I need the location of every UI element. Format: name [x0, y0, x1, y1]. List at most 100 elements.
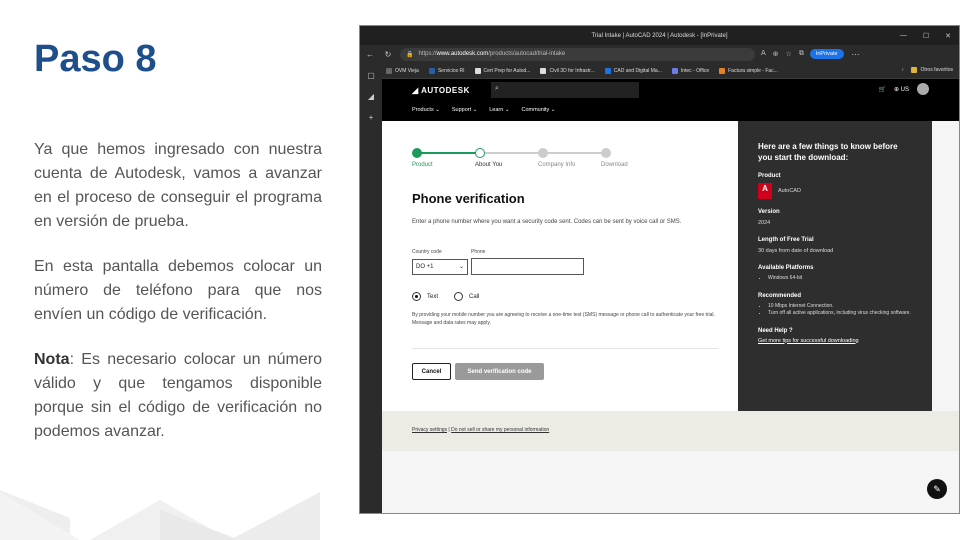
read-aloud-icon[interactable]: A: [761, 50, 766, 58]
maximize-icon[interactable]: ☐: [923, 32, 929, 40]
folder-icon: [911, 67, 918, 73]
browser-titlebar: Trial Intake | AutoCAD 2024 | Autodesk -…: [360, 26, 959, 45]
divider: [412, 348, 718, 349]
region-selector[interactable]: ⊕ US: [894, 86, 909, 93]
other-favorites-label: Otros favoritos: [920, 67, 953, 73]
bookmark-item[interactable]: Cert Prep for Autod...: [474, 67, 531, 74]
autodesk-header: ◢ AUTODESK ⌕ 🛒 ⊕ US Products ⌄ Support ⌄…: [382, 79, 959, 121]
main-menu: Products ⌄ Support ⌄ Learn ⌄ Community ⌄: [412, 107, 555, 113]
decorative-shapes: [0, 490, 320, 540]
radio-text-option[interactable]: Text: [412, 292, 438, 301]
refresh-icon[interactable]: ↻: [382, 50, 394, 59]
step-label-company-info: Company Info: [538, 162, 576, 168]
version-heading: Version: [758, 209, 780, 215]
info-panel: Here are a few things to know before you…: [738, 121, 932, 411]
phone-verification-card: Product About You Company Info Download …: [382, 121, 738, 411]
menu-learn[interactable]: Learn ⌄: [489, 107, 509, 113]
recommended-heading: Recommended: [758, 292, 802, 299]
radio-call[interactable]: [454, 292, 463, 301]
sms-disclaimer: By providing your mobile number you are …: [412, 312, 715, 326]
autocad-icon: A: [758, 183, 772, 199]
step-label-product: Product: [412, 162, 433, 168]
bookmark-label: Cert Prep for Autod...: [483, 67, 531, 74]
step-connector: [420, 152, 480, 154]
autodesk-tab-icon[interactable]: ◢: [368, 92, 374, 101]
phone-input[interactable]: [471, 258, 584, 275]
other-favorites[interactable]: Otros favoritos: [911, 67, 953, 73]
bookmark-item[interactable]: Factura simple - Fac...: [719, 67, 778, 74]
browser-screenshot: Trial Intake | AutoCAD 2024 | Autodesk -…: [359, 25, 960, 514]
autodesk-logo[interactable]: ◢ AUTODESK: [412, 86, 470, 95]
url-field[interactable]: 🔒 https://www.autodesk.com/products/auto…: [400, 47, 755, 61]
bookmark-label: Servicios RI: [437, 67, 465, 74]
menu-support[interactable]: Support ⌄: [452, 107, 477, 113]
form-description: Enter a phone number where you want a se…: [412, 219, 682, 225]
instruction-paragraph: En esta pantalla debemos colocar un núme…: [34, 258, 322, 323]
bookmark-icon: [719, 67, 726, 74]
recommended-list: 10 Mbps Internet Connection. Turn off al…: [758, 303, 912, 318]
step-dot-download: [601, 148, 611, 158]
note-text: : Es necesario colocar un número válido …: [34, 351, 322, 440]
intro-paragraph: Ya que hemos ingresado con nuestra cuent…: [34, 141, 322, 230]
bookmark-label: Intec - Office: [680, 67, 710, 74]
do-not-sell-link[interactable]: Do not sell or share my personal informa…: [451, 427, 549, 433]
bookmark-item[interactable]: Civil 3D for Infrastr...: [540, 67, 595, 74]
product-value: AutoCAD: [778, 188, 801, 194]
bookmark-item[interactable]: CAD and Digital Ma...: [604, 67, 662, 74]
help-heading: Need Help ?: [758, 327, 793, 334]
version-value: 2024: [758, 220, 771, 226]
platforms-heading: Available Platforms: [758, 265, 814, 271]
more-icon[interactable]: ⋯: [850, 50, 862, 59]
menu-community[interactable]: Community ⌄: [521, 107, 555, 113]
radio-call-option[interactable]: Call: [454, 292, 479, 301]
new-tab-icon[interactable]: +: [369, 113, 374, 122]
bookmark-label: CAD and Digital Ma...: [613, 67, 662, 74]
inprivate-badge[interactable]: InPrivate: [809, 49, 844, 59]
bookmark-item[interactable]: OVM Vieja: [386, 67, 419, 74]
page-footer: Privacy settings | Do not sell or share …: [382, 411, 959, 451]
bookmark-item[interactable]: Servicios RI: [428, 67, 465, 74]
chevron-down-icon: ⌄: [458, 264, 464, 270]
favorite-icon[interactable]: ☆: [786, 50, 792, 58]
bookmarks-bar: OVM Vieja Servicios RI Cert Prep for Aut…: [360, 63, 959, 79]
logo-icon: ◢: [412, 86, 419, 95]
bookmark-label: Civil 3D for Infrastr...: [549, 67, 595, 74]
bookmark-icon: [474, 67, 481, 74]
collections-icon[interactable]: ⧉: [799, 50, 804, 58]
bookmark-icon: [540, 67, 547, 74]
step-dot-company-info: [538, 148, 548, 158]
country-code-select[interactable]: DO +1 ⌄: [412, 259, 468, 275]
country-code-label: Country code: [412, 249, 442, 255]
site-search-input[interactable]: ⌕: [491, 82, 639, 98]
help-link[interactable]: Get more tips for successful downloading: [758, 338, 912, 344]
radio-text[interactable]: [412, 292, 421, 301]
zoom-icon[interactable]: ⊕: [773, 50, 779, 58]
cart-icon[interactable]: 🛒: [878, 86, 885, 93]
avatar[interactable]: [917, 83, 929, 95]
send-verification-button[interactable]: Send verification code: [455, 363, 544, 380]
lock-icon: 🔒: [406, 51, 414, 58]
browser-sidebar: ▢ ◢ +: [360, 63, 382, 513]
platforms-list: Windows 64-bit: [758, 275, 912, 283]
close-icon[interactable]: ✕: [945, 32, 951, 40]
step-dot-product: [412, 148, 422, 158]
cancel-button[interactable]: Cancel: [412, 363, 451, 380]
product-heading: Product: [758, 173, 781, 179]
progress-stepper: Product About You Company Info Download: [412, 148, 628, 172]
bookmark-icon: [428, 67, 435, 74]
list-item: 10 Mbps Internet Connection.: [768, 303, 912, 311]
chevron-right-icon[interactable]: ›: [902, 67, 904, 73]
privacy-settings-link[interactable]: Privacy settings: [412, 427, 447, 433]
bookmark-icon: [386, 67, 392, 74]
bookmark-item[interactable]: Intec - Office: [671, 67, 710, 74]
menu-products[interactable]: Products ⌄: [412, 107, 440, 113]
form-title: Phone verification: [412, 191, 525, 206]
region-label: US: [900, 86, 909, 93]
country-code-value: DO +1: [416, 264, 434, 270]
minimize-icon[interactable]: —: [900, 32, 907, 39]
radio-text-label: Text: [427, 293, 439, 300]
chat-icon[interactable]: ✎: [927, 479, 947, 499]
back-icon[interactable]: ←: [364, 50, 376, 59]
tab-actions-icon[interactable]: ▢: [367, 71, 375, 80]
window-title: Trial Intake | AutoCAD 2024 | Autodesk -…: [591, 32, 728, 39]
